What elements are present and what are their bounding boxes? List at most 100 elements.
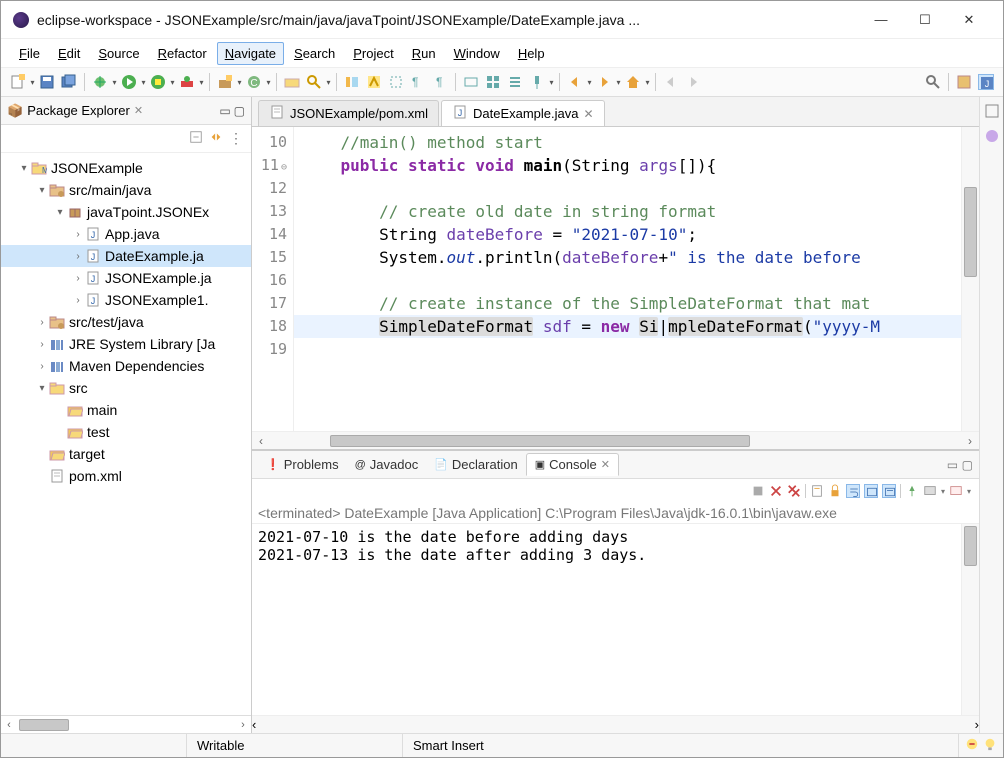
tree-item-jre-system-library--javase-16-[interactable]: ›JRE System Library [Ja <box>1 333 251 355</box>
bulb-icon[interactable] <box>983 737 997 754</box>
terminate-icon[interactable] <box>751 484 765 498</box>
clear-console-icon[interactable] <box>810 484 824 498</box>
rect-icon[interactable] <box>463 74 479 90</box>
tree-item-src-main-java[interactable]: ▾src/main/java <box>1 179 251 201</box>
explorer-hscrollbar[interactable]: ‹› <box>1 715 251 733</box>
menu-source[interactable]: Source <box>90 42 147 65</box>
quick-access-icon[interactable] <box>925 74 941 90</box>
maximize-view-icon[interactable]: ▢ <box>234 104 245 118</box>
menu-run[interactable]: Run <box>404 42 444 65</box>
minimize-panel-icon[interactable]: ▭ <box>947 458 958 472</box>
display-console-icon[interactable] <box>923 484 937 498</box>
menu-refactor[interactable]: Refactor <box>150 42 215 65</box>
file-icon <box>49 468 65 484</box>
pilcrow-icon[interactable]: ¶ <box>432 74 448 90</box>
bottom-tab-declaration[interactable]: 📄 Declaration <box>426 454 525 475</box>
block-select-icon[interactable] <box>388 74 404 90</box>
perspective-java-icon[interactable] <box>956 74 972 90</box>
tree-item-app-java[interactable]: ›JApp.java <box>1 223 251 245</box>
menu-project[interactable]: Project <box>345 42 401 65</box>
home-icon[interactable] <box>625 74 641 90</box>
svg-text:J: J <box>91 230 96 240</box>
save-all-icon[interactable] <box>61 74 77 90</box>
tree-item-jsonexample[interactable]: ▾MJSONExample <box>1 157 251 179</box>
close-tab-icon[interactable]: ✕ <box>583 107 593 121</box>
console-hscrollbar[interactable]: ‹› <box>252 715 979 733</box>
collapse-all-icon[interactable] <box>189 130 203 147</box>
toggle-breadcrumb-icon[interactable] <box>344 74 360 90</box>
console-output[interactable]: 2021-07-10 is the date before adding day… <box>252 524 961 715</box>
tree-item-target[interactable]: target <box>1 443 251 465</box>
remove-all-icon[interactable] <box>787 484 801 498</box>
tree-item-pom-xml[interactable]: pom.xml <box>1 465 251 487</box>
editor-tab-jsonexample-pom-xml[interactable]: JSONExample/pom.xml <box>258 100 439 126</box>
open-console-icon[interactable] <box>949 484 963 498</box>
minimize-view-icon[interactable]: ▭ <box>219 104 230 118</box>
close-button[interactable]: ✕ <box>947 5 991 35</box>
editor-vscrollbar[interactable] <box>961 127 979 431</box>
tree-item-maven-dependencies[interactable]: ›Maven Dependencies <box>1 355 251 377</box>
line-gutter[interactable]: 10111213141516171819 <box>252 127 294 431</box>
show-stderr-icon[interactable] <box>882 484 896 498</box>
new-package-icon[interactable] <box>217 74 233 90</box>
tree-item-jsonexample-java[interactable]: ›JJSONExample.ja <box>1 267 251 289</box>
menu-window[interactable]: Window <box>446 42 508 65</box>
code-editor[interactable]: //main() method start public static void… <box>294 127 961 431</box>
outline-trim-icon[interactable] <box>984 103 1000 122</box>
console-vscrollbar[interactable] <box>961 524 979 715</box>
tree-item-main[interactable]: main <box>1 399 251 421</box>
menu-navigate[interactable]: Navigate <box>217 42 284 65</box>
new-class-icon[interactable]: C <box>246 74 262 90</box>
project-tree[interactable]: ▾MJSONExample▾src/main/java▾javaTpoint.J… <box>1 153 251 715</box>
remove-launch-icon[interactable] <box>769 484 783 498</box>
maximize-panel-icon[interactable]: ▢ <box>962 458 973 472</box>
save-icon[interactable] <box>39 74 55 90</box>
mark-occurrences-icon[interactable] <box>366 74 382 90</box>
menu-edit[interactable]: Edit <box>50 42 88 65</box>
pin-console-icon[interactable] <box>905 484 919 498</box>
ext-tools-icon[interactable] <box>179 74 195 90</box>
search-icon[interactable] <box>306 74 322 90</box>
editor-tab-dateexample-java[interactable]: JDateExample.java ✕ <box>441 100 605 126</box>
src-folder-icon <box>49 182 65 198</box>
word-wrap-icon[interactable] <box>846 484 860 498</box>
scroll-lock-icon[interactable] <box>828 484 842 498</box>
src-folder-icon <box>49 314 65 330</box>
view-menu-icon[interactable]: ⋮ <box>229 130 243 147</box>
editor-hscrollbar[interactable]: ‹› <box>252 431 979 449</box>
pin-icon[interactable] <box>529 74 545 90</box>
maximize-button[interactable]: ☐ <box>903 5 947 35</box>
titlebar: eclipse-workspace - JSONExample/src/main… <box>1 1 1003 39</box>
bottom-tab-problems[interactable]: ❗ Problems <box>258 454 347 475</box>
bottom-tab-javadoc[interactable]: @ Javadoc <box>347 454 427 475</box>
nav-back-icon[interactable] <box>567 74 583 90</box>
tree-item-src-test-java[interactable]: ›src/test/java <box>1 311 251 333</box>
bottom-tab-console[interactable]: ▣ Console ✕ <box>526 453 619 476</box>
minimize-button[interactable]: — <box>859 5 903 35</box>
dropdown-icon[interactable]: ▾ <box>29 74 36 90</box>
new-icon[interactable] <box>10 74 26 90</box>
prev-annotation-icon[interactable] <box>663 74 679 90</box>
tip-icon[interactable] <box>965 737 979 754</box>
tree-item-javatpoint-jsonexample[interactable]: ▾javaTpoint.JSONEx <box>1 201 251 223</box>
link-editor-icon[interactable] <box>209 130 223 147</box>
perspective-java-active-icon[interactable]: J <box>978 74 994 90</box>
menu-file[interactable]: File <box>11 42 48 65</box>
nav-fwd-icon[interactable] <box>596 74 612 90</box>
run-icon[interactable] <box>121 74 137 90</box>
show-whitespace-icon[interactable]: ¶ <box>410 74 426 90</box>
next-annotation-icon[interactable] <box>685 74 701 90</box>
tree-item-test[interactable]: test <box>1 421 251 443</box>
tree-item-jsonexample1-java[interactable]: ›JJSONExample1. <box>1 289 251 311</box>
debug-icon[interactable] <box>92 74 108 90</box>
menu-help[interactable]: Help <box>510 42 553 65</box>
open-type-icon[interactable] <box>284 74 300 90</box>
tree-item-dateexample-java[interactable]: ›JDateExample.ja <box>1 245 251 267</box>
grid-icon[interactable] <box>485 74 501 90</box>
task-trim-icon[interactable] <box>984 128 1000 147</box>
list-icon[interactable] <box>507 74 523 90</box>
coverage-icon[interactable] <box>150 74 166 90</box>
menu-search[interactable]: Search <box>286 42 343 65</box>
show-stdout-icon[interactable] <box>864 484 878 498</box>
tree-item-src[interactable]: ▾src <box>1 377 251 399</box>
